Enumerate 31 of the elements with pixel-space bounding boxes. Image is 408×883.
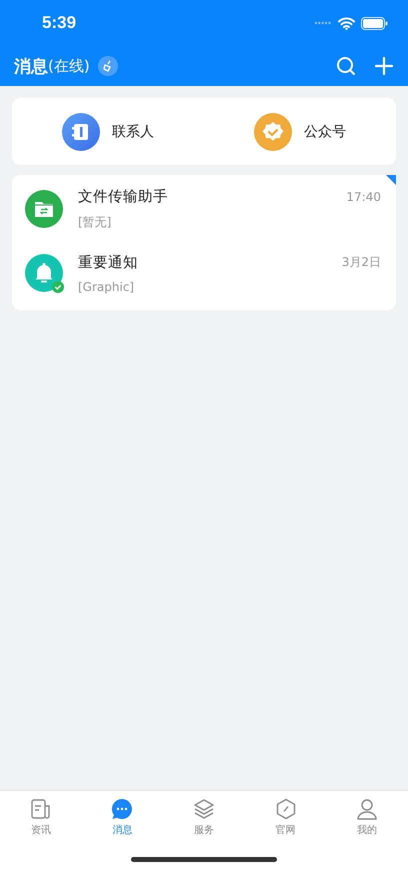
tab-bar-item[interactable]: 服务 xyxy=(163,791,245,843)
battery-icon xyxy=(361,16,388,30)
signal-icon xyxy=(314,21,332,25)
shortcut-label[interactable]: 联系人 xyxy=(112,122,154,140)
status-time: 5:39 xyxy=(42,13,76,33)
tab-bar-item[interactable]: 资讯 xyxy=(0,791,82,843)
hexagon-icon xyxy=(274,798,297,820)
layers-icon xyxy=(192,798,215,820)
message-time: 3月2日 xyxy=(342,254,381,270)
bell-icon[interactable] xyxy=(25,254,63,292)
wifi-icon xyxy=(338,16,355,30)
message-preview: [暂无] xyxy=(78,214,112,231)
conversation-name[interactable]: 文件传输助手 xyxy=(78,187,168,206)
contact-book-icon[interactable] xyxy=(62,112,100,150)
conversation-name[interactable]: 重要通知 xyxy=(78,252,138,272)
tab-bar-item[interactable]: 官网 xyxy=(244,791,326,843)
shortcut-label[interactable]: 公众号 xyxy=(304,122,346,140)
online-status: (在线) xyxy=(48,56,90,76)
folder-icon[interactable] xyxy=(25,190,63,228)
message-time: 17:40 xyxy=(346,190,381,204)
tab-bar-item[interactable]: 消息 xyxy=(82,791,164,843)
tab-bar-item[interactable]: 我的 xyxy=(326,791,408,843)
person-icon xyxy=(356,798,378,820)
add-icon[interactable] xyxy=(374,56,394,76)
header-title: 消息 xyxy=(14,56,48,78)
chat-bubble-icon xyxy=(111,798,134,820)
message-preview: [Graphic] xyxy=(78,280,134,294)
broom-icon[interactable] xyxy=(98,56,118,76)
search-icon[interactable] xyxy=(336,56,356,76)
newspaper-icon xyxy=(30,798,52,820)
badge-check-icon[interactable] xyxy=(254,112,292,150)
